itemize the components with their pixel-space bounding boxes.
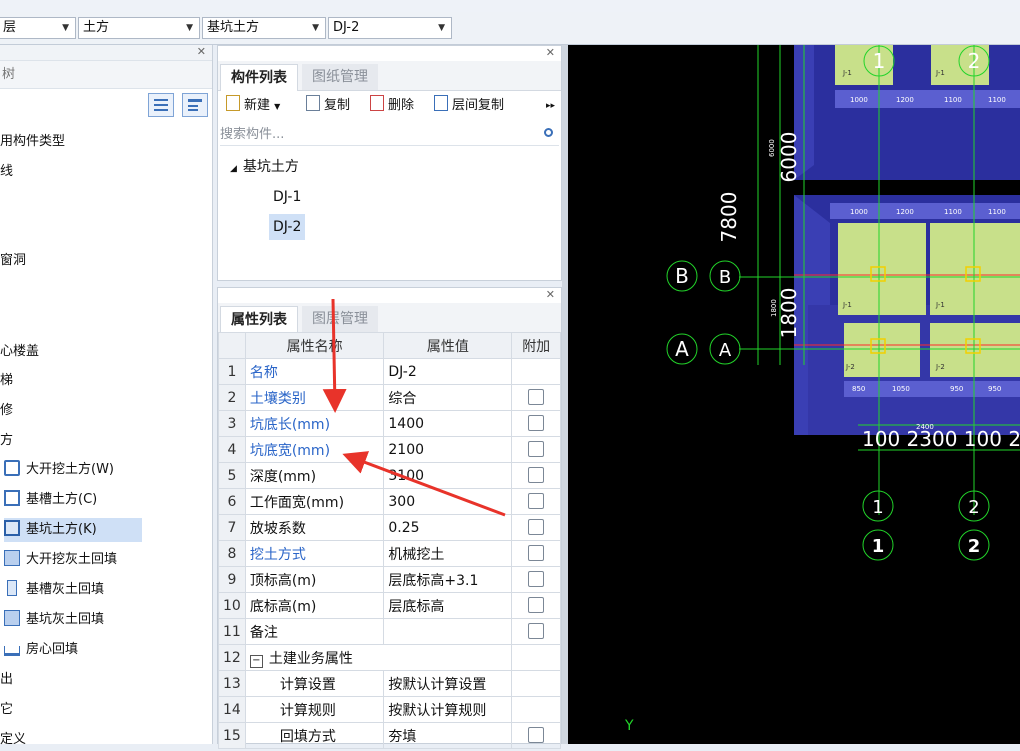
annotation-arrow [322,298,347,413]
annotation-arrow [342,451,506,517]
annotation-overlay [322,298,506,517]
